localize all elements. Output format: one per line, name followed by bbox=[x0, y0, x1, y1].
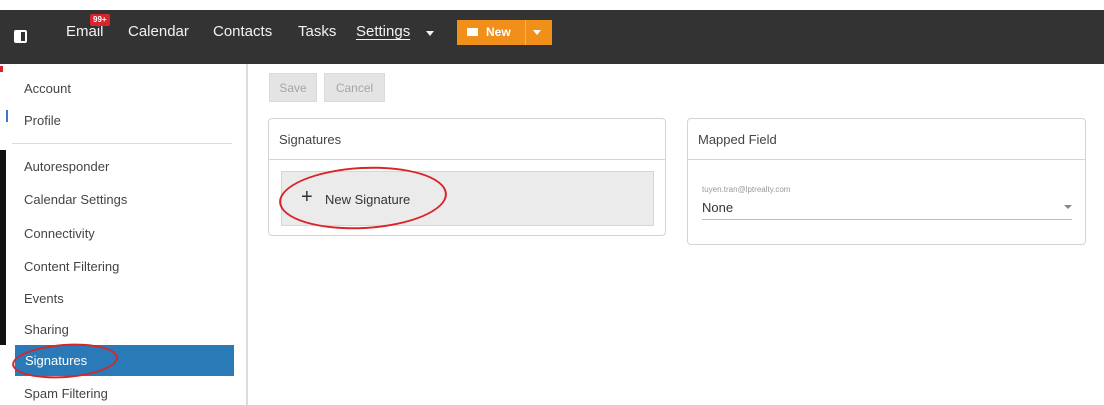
panel-toggle-icon[interactable] bbox=[14, 30, 27, 43]
sidebar-divider bbox=[246, 64, 248, 405]
new-button[interactable]: New bbox=[457, 20, 552, 45]
mapped-field-panel-header: Mapped Field bbox=[688, 119, 1085, 160]
chevron-down-icon[interactable] bbox=[426, 31, 434, 36]
mapped-field-select[interactable]: None bbox=[702, 200, 733, 215]
signatures-panel-header: Signatures bbox=[269, 119, 665, 160]
sidebar-item-content-filtering[interactable]: Content Filtering bbox=[24, 259, 119, 274]
sidebar-item-profile[interactable]: Profile bbox=[24, 113, 61, 128]
nav-tasks[interactable]: Tasks bbox=[298, 23, 336, 40]
top-navigation: Email 99+ Calendar Contacts Tasks Settin… bbox=[0, 0, 1104, 64]
mapped-field-label: tuyen.tran@lptrealty.com bbox=[702, 185, 791, 194]
sidebar-item-signatures-label: Signatures bbox=[25, 353, 88, 368]
sidebar-item-account[interactable]: Account bbox=[24, 81, 71, 96]
nav-calendar[interactable]: Calendar bbox=[128, 23, 189, 40]
sidebar-item-spam-filtering[interactable]: Spam Filtering bbox=[24, 386, 108, 401]
sidebar-separator bbox=[12, 143, 232, 144]
edge-artifact-red bbox=[0, 66, 3, 72]
sidebar-item-signatures[interactable]: Signatures bbox=[15, 345, 234, 376]
edge-artifact-blue bbox=[6, 110, 8, 122]
new-dropdown-chevron-icon[interactable] bbox=[533, 30, 541, 35]
signatures-panel: Signatures + New Signature bbox=[268, 118, 666, 236]
sidebar-item-calendar-settings[interactable]: Calendar Settings bbox=[24, 192, 127, 207]
new-button-divider bbox=[525, 20, 526, 45]
new-button-label: New bbox=[486, 25, 511, 39]
envelope-icon bbox=[467, 28, 478, 36]
mapped-field-underline bbox=[702, 219, 1072, 220]
sidebar-item-connectivity[interactable]: Connectivity bbox=[24, 226, 95, 241]
nav-contacts[interactable]: Contacts bbox=[213, 23, 272, 40]
edge-artifact-black bbox=[0, 150, 6, 345]
email-unread-badge: 99+ bbox=[90, 14, 110, 26]
sidebar-item-events[interactable]: Events bbox=[24, 291, 64, 306]
new-signature-button[interactable]: + New Signature bbox=[281, 171, 654, 226]
plus-icon: + bbox=[301, 186, 313, 208]
mapped-field-panel-title: Mapped Field bbox=[698, 132, 777, 147]
nav-settings[interactable]: Settings bbox=[356, 23, 410, 40]
chevron-down-icon[interactable] bbox=[1064, 205, 1072, 209]
save-button[interactable]: Save bbox=[269, 73, 317, 102]
new-signature-label: New Signature bbox=[325, 192, 411, 207]
cancel-button[interactable]: Cancel bbox=[324, 73, 385, 102]
sidebar-item-autoresponder[interactable]: Autoresponder bbox=[24, 159, 109, 174]
signatures-panel-title: Signatures bbox=[279, 132, 342, 147]
sidebar-item-sharing[interactable]: Sharing bbox=[24, 322, 69, 337]
mapped-field-panel: Mapped Field tuyen.tran@lptrealty.com No… bbox=[687, 118, 1086, 245]
